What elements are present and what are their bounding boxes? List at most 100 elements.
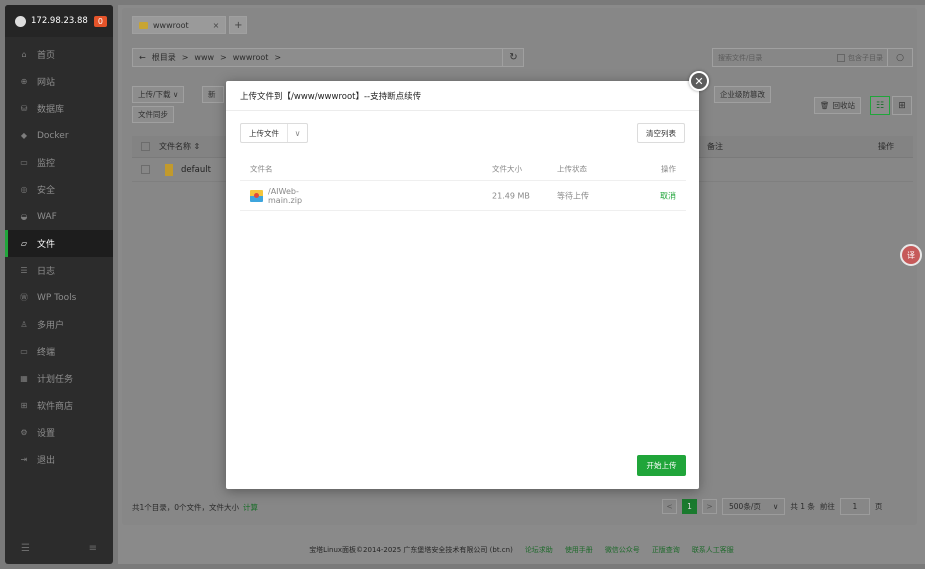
- sidebar-item-8[interactable]: ☰ 日志: [5, 257, 113, 284]
- file-name[interactable]: default: [181, 165, 211, 175]
- close-tab-icon[interactable]: ×: [213, 21, 220, 30]
- search-input[interactable]: 搜索文件/目录: [718, 53, 762, 63]
- cancel-upload-link[interactable]: 取消: [660, 190, 676, 201]
- list-view-icon[interactable]: ☷: [870, 96, 890, 115]
- globe-icon: ⊕: [20, 77, 28, 86]
- database-icon: ⛁: [20, 104, 28, 113]
- upload-type-label[interactable]: 上传文件: [241, 124, 288, 142]
- checkbox-icon: [837, 53, 845, 62]
- breadcrumb-wwwroot[interactable]: wwwroot: [233, 53, 269, 62]
- breadcrumb-separator: >: [274, 53, 282, 62]
- sidebar-item-4[interactable]: ▭ 监控: [5, 149, 113, 176]
- terminal-icon: ▭: [20, 347, 28, 356]
- total-count: 共 1 条: [790, 502, 815, 511]
- sidebar-item-10[interactable]: ♙ 多用户: [5, 311, 113, 338]
- apps-icon: ⊞: [20, 401, 28, 410]
- docker-icon: ◆: [20, 131, 28, 140]
- col-action: 操作: [878, 142, 894, 151]
- goto-label: 前往: [819, 502, 835, 511]
- add-tab-button[interactable]: +: [229, 16, 248, 34]
- next-page-button[interactable]: >: [702, 499, 717, 514]
- sidebar-footer: ☰ ≡: [5, 543, 113, 554]
- sidebar-item-9[interactable]: Ⓦ WP Tools: [5, 284, 113, 311]
- sidebar-item-6[interactable]: ◒ WAF: [5, 203, 113, 230]
- copyright-bar: 宝塔Linux面板©2014-2025 广东堡塔安全技术有限公司 (bt.cn)…: [118, 545, 925, 555]
- wechat-link[interactable]: 微信公众号: [605, 545, 640, 555]
- sidebar-item-14[interactable]: ⚙ 设置: [5, 419, 113, 446]
- goto-page-input[interactable]: 1: [839, 498, 870, 515]
- include-subdir-checkbox[interactable]: 包含子目录: [837, 53, 883, 63]
- sidebar-item-5[interactable]: ◎ 安全: [5, 176, 113, 203]
- upload-file-size: 21.49 MB: [492, 191, 530, 200]
- address-bar[interactable]: ← 根目录 > www > wwwroot >: [132, 48, 524, 67]
- sidebar-menu: ⌂ 首页 ⊕ 网站 ⛁ 数据库 ◆ Docker ▭ 监控 ◎ 安全 ◒ WAF ▱ 文件 ☰ 日志 Ⓦ WP Too…: [5, 41, 113, 473]
- sidebar-item-11[interactable]: ▭ 终端: [5, 338, 113, 365]
- back-icon[interactable]: ←: [139, 53, 146, 62]
- sidebar-item-13[interactable]: ⊞ 软件商店: [5, 392, 113, 419]
- tab-wwwroot[interactable]: wwwroot ×: [132, 16, 227, 34]
- collapse-icon[interactable]: ☰: [21, 543, 30, 554]
- page-size-value: 500条/页: [729, 502, 761, 511]
- row-checkbox[interactable]: [141, 165, 150, 174]
- sidebar-item-label: WAF: [37, 211, 57, 222]
- page-1-button[interactable]: 1: [682, 499, 697, 514]
- alert-badge[interactable]: 0: [93, 15, 107, 27]
- summary-text: 共1个目录，0个文件，文件大小: [132, 502, 240, 512]
- tamper-proof-button[interactable]: 企业级防篡改: [714, 86, 771, 103]
- col-remark: 备注: [707, 142, 723, 151]
- translate-icon[interactable]: 译: [900, 244, 922, 266]
- server-header[interactable]: 172.98.23.88 0: [5, 5, 113, 37]
- sidebar-item-15[interactable]: ⇥ 退出: [5, 446, 113, 473]
- grid-view-icon[interactable]: ⊞: [892, 96, 912, 115]
- file-sync-button[interactable]: 文件同步: [132, 106, 174, 123]
- sidebar-item-1[interactable]: ⊕ 网站: [5, 68, 113, 95]
- col-filename[interactable]: 文件名称 ⇕: [159, 141, 200, 152]
- chevron-down-icon: ∨: [772, 502, 779, 511]
- monitor-icon: ▭: [20, 158, 28, 167]
- breadcrumb-root[interactable]: 根目录: [152, 52, 176, 63]
- breadcrumb-www[interactable]: www: [194, 53, 214, 62]
- clear-list-button[interactable]: 清空列表: [637, 123, 685, 143]
- license-check-link[interactable]: 正版查询: [652, 545, 680, 555]
- bt-logo-icon: [15, 15, 26, 27]
- pagination: < 1 > 500条/页 ∨ 共 1 条 前往 1 页: [662, 498, 882, 515]
- upload-type-select[interactable]: 上传文件 ∨: [240, 123, 308, 143]
- close-icon[interactable]: ✕: [689, 71, 709, 91]
- settings-icon: ⚙: [20, 428, 28, 437]
- sidebar-item-label: 终端: [37, 348, 56, 358]
- forum-link[interactable]: 论坛求助: [525, 545, 553, 555]
- waf-icon: ◒: [20, 212, 28, 221]
- home-icon: ⌂: [21, 50, 27, 59]
- include-subdir-label: 包含子目录: [848, 53, 883, 62]
- search-box[interactable]: 搜索文件/目录 包含子目录: [712, 48, 888, 67]
- sidebar-item-3[interactable]: ◆ Docker: [5, 122, 113, 149]
- manual-link[interactable]: 使用手册: [565, 545, 593, 555]
- upload-download-button[interactable]: 上传/下载 ∨: [132, 86, 185, 103]
- users-icon: ♙: [20, 320, 28, 329]
- refresh-icon[interactable]: ↻: [502, 48, 524, 67]
- calc-size-link[interactable]: 计算: [243, 502, 258, 513]
- shield-icon: ◎: [20, 185, 28, 194]
- sidebar-item-7[interactable]: ▱ 文件: [5, 230, 113, 257]
- sidebar-item-12[interactable]: ▦ 计划任务: [5, 365, 113, 392]
- sidebar-item-label: 退出: [37, 456, 56, 466]
- sidebar: 172.98.23.88 0 ⌂ 首页 ⊕ 网站 ⛁ 数据库 ◆ Docker ▭ 监控 ◎ 安全 ◒ W…: [5, 5, 113, 564]
- select-all-checkbox[interactable]: [141, 142, 150, 151]
- upload-file-row: /AIWeb-main.zip 21.49 MB 等待上传 取消: [240, 181, 686, 211]
- page-size-select[interactable]: 500条/页 ∨: [722, 498, 786, 515]
- sidebar-item-2[interactable]: ⛁ 数据库: [5, 95, 113, 122]
- new-button[interactable]: 新: [202, 86, 224, 103]
- page-unit: 页: [874, 502, 883, 511]
- support-link[interactable]: 联系人工客服: [692, 545, 734, 555]
- upload-table-header: 文件名 文件大小 上传状态 操作: [240, 157, 686, 181]
- recycle-bin-button[interactable]: 🗑 回收站: [814, 97, 862, 114]
- start-upload-button[interactable]: 开始上传: [637, 455, 686, 476]
- upload-file-name: /AIWeb-main.zip: [268, 186, 303, 205]
- sidebar-item-label: 软件商店: [37, 402, 74, 412]
- copyright-text: 宝塔Linux面板©2014-2025 广东堡塔安全技术有限公司 (bt.cn): [309, 546, 513, 554]
- search-icon[interactable]: ○: [887, 48, 913, 67]
- chevron-down-icon[interactable]: ∨: [288, 129, 307, 138]
- menu-icon[interactable]: ≡: [89, 543, 97, 554]
- prev-page-button[interactable]: <: [662, 499, 677, 514]
- sidebar-item-0[interactable]: ⌂ 首页: [5, 41, 113, 68]
